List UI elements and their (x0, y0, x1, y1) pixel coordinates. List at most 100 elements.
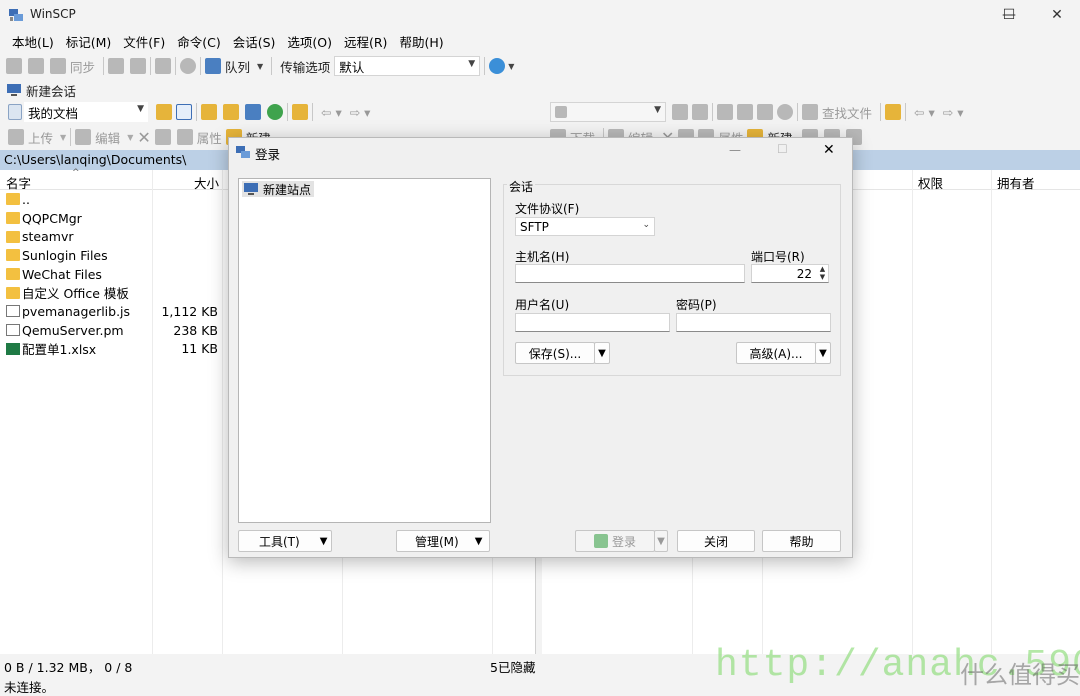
password-input[interactable] (676, 313, 831, 332)
dialog-close-icon[interactable]: ✕ (823, 142, 835, 158)
folder-icon (6, 268, 20, 281)
new-site-icon (244, 183, 258, 195)
remote-back-icon[interactable]: ⇦ ▾ (914, 105, 935, 120)
refresh-icon[interactable] (267, 104, 283, 120)
password-label: 密码(P) (676, 298, 717, 312)
terminal-icon[interactable] (108, 58, 125, 74)
find-icon[interactable] (155, 58, 172, 74)
manage-button[interactable]: 管理(M) ▼ (396, 530, 490, 552)
chevron-down-icon: ▼ (819, 347, 827, 359)
advanced-dropdown-button[interactable]: ▼ (815, 342, 831, 364)
remote-open-folder-icon[interactable] (672, 104, 688, 120)
dialog-maximize-icon: ☐ (777, 142, 788, 156)
watermark-site: 什么值得买 (960, 661, 1080, 689)
menu-file[interactable]: 文件(F) (117, 32, 171, 51)
host-input[interactable] (515, 264, 745, 283)
folder-icon (6, 249, 20, 262)
local-location-select[interactable]: 我的文档 ▼ (24, 102, 148, 122)
port-stepper[interactable]: ▲ ▼ (817, 265, 828, 282)
remote-root-icon[interactable] (737, 104, 753, 120)
menu-options[interactable]: 选项(O) (281, 32, 338, 51)
login-dialog-titlebar: 登录 — ☐ ✕ (229, 138, 852, 166)
folder-icon (6, 212, 20, 225)
maximize-button[interactable]: ☐ (986, 0, 1032, 30)
queue-icon[interactable] (205, 58, 222, 74)
menu-session[interactable]: 会话(S) (227, 32, 282, 51)
column-owner[interactable]: 拥有者 (997, 173, 1035, 192)
right-nav-toolbar: ▼ 查找文件 ⇦ ▾ ⇨ ▾ (550, 100, 1080, 124)
chevron-down-icon: ▼ (468, 59, 476, 69)
upload-icon[interactable] (8, 129, 24, 145)
transfer-settings-select[interactable]: 默认 ▼ (334, 56, 481, 76)
properties-button[interactable]: 属性 (197, 128, 222, 147)
gear-icon[interactable] (180, 58, 197, 74)
find-files-button[interactable]: 查找文件 (822, 103, 872, 122)
chevron-down-icon: ▼ (657, 535, 665, 547)
open-folder-icon[interactable] (156, 104, 172, 120)
edit-icon[interactable] (75, 129, 92, 145)
delete-icon[interactable]: ✕ (137, 128, 150, 147)
minimize-button-alt[interactable] (940, 0, 986, 30)
remote-parent-icon[interactable] (717, 104, 733, 120)
menu-remote[interactable]: 远程(R) (338, 32, 393, 51)
column-permissions[interactable]: 权限 (918, 173, 943, 192)
properties-icon[interactable] (176, 129, 193, 145)
protocol-select[interactable]: SFTP ⌄ (515, 217, 655, 236)
username-input[interactable] (515, 313, 670, 332)
tools-button[interactable]: 工具(T) ▼ (238, 530, 332, 552)
tree-icon[interactable] (292, 104, 308, 120)
site-list[interactable]: 新建站点 (238, 178, 491, 523)
login-icon (593, 534, 608, 548)
parent-dir-icon[interactable] (201, 104, 217, 120)
filter-icon[interactable] (176, 104, 192, 120)
advanced-button[interactable]: 高级(A)... (736, 342, 816, 364)
queue-label[interactable]: 队列 (225, 57, 250, 76)
folder-icon (6, 193, 20, 206)
upload-button[interactable]: 上传 (28, 128, 53, 147)
tab-new-session[interactable]: 新建会话 (26, 81, 76, 100)
chevron-down-icon: ⌄ (642, 220, 650, 230)
dialog-minimize-icon[interactable]: — (729, 143, 741, 157)
save-button[interactable]: 保存(S)... (515, 342, 595, 364)
globe-icon[interactable] (489, 58, 506, 74)
sync-icon[interactable] (50, 58, 66, 74)
login-dropdown-button[interactable]: ▼ (654, 530, 668, 552)
back-icon[interactable]: ⇦ ▾ (321, 105, 342, 120)
help-button[interactable]: 帮助 (762, 530, 841, 552)
putty-icon[interactable] (130, 58, 147, 74)
site-item-new[interactable]: 新建站点 (242, 181, 315, 197)
remote-tree-icon[interactable] (885, 104, 902, 120)
sort-asc-icon: ^ (72, 168, 80, 178)
find-files-icon[interactable] (802, 104, 818, 120)
close-button[interactable]: 关闭 (677, 530, 755, 552)
remote-refresh-icon[interactable] (777, 104, 793, 120)
rename-icon[interactable] (154, 129, 171, 145)
menu-help[interactable]: 帮助(H) (393, 32, 449, 51)
root-dir-icon[interactable] (223, 104, 239, 120)
remote-home-icon[interactable] (757, 104, 773, 120)
remote-forward-icon[interactable]: ⇨ ▾ (943, 105, 964, 120)
login-button[interactable]: 登录 (575, 530, 655, 552)
sync-browse-icon[interactable] (28, 58, 44, 74)
documents-icon (8, 104, 22, 120)
home-icon[interactable] (245, 104, 261, 120)
file-name: Sunlogin Files (22, 247, 108, 263)
menu-mark[interactable]: 标记(M) (60, 32, 118, 51)
compare-icon[interactable] (6, 58, 22, 74)
session-tabs: 新建会话 (6, 78, 80, 102)
sync-label[interactable]: 同步 (70, 57, 95, 76)
globe-dropdown-icon[interactable]: ▼ (508, 62, 514, 71)
session-group-label: 会话 (507, 178, 536, 195)
queue-dropdown-icon[interactable]: ▼ (257, 62, 263, 71)
menu-local[interactable]: 本地(L) (6, 32, 60, 51)
edit-button[interactable]: 编辑 (95, 128, 120, 147)
menu-command[interactable]: 命令(C) (171, 32, 226, 51)
winscp-app-icon (9, 9, 23, 21)
remote-location-select[interactable]: ▼ (550, 102, 666, 122)
save-dropdown-button[interactable]: ▼ (594, 342, 610, 364)
remote-filter-icon[interactable] (692, 104, 708, 120)
forward-icon[interactable]: ⇨ ▾ (350, 105, 371, 120)
file-size: 238 KB (173, 322, 218, 338)
file-size: 1,112 KB (161, 303, 218, 319)
close-window-button[interactable]: ✕ (1034, 0, 1080, 30)
